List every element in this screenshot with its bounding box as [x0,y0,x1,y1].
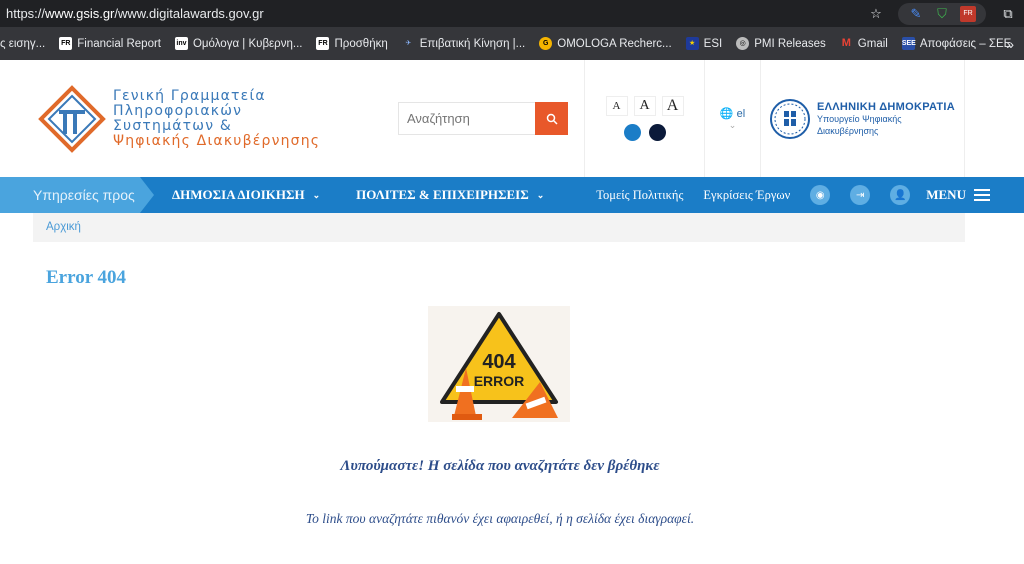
chevron-down-icon: ⌄ [536,189,545,200]
bookmark-label: Gmail [857,37,888,50]
breadcrumb-home-link[interactable]: Αρχική [46,221,81,233]
bookmark-item[interactable]: ★ ESI [685,37,723,50]
bookmark-item[interactable]: ς εισηγ... [0,38,45,50]
bookmark-label: PMI Releases [754,37,826,50]
page-title: Error 404 [46,267,127,288]
globe-favicon-icon: ◎ [736,37,750,50]
site-logo[interactable]: Γενική Γραμματεία Πληροφοριακών Συστημάτ… [33,60,382,177]
logo-text: Γενική Γραμματεία Πληροφοριακών Συστημάτ… [113,87,321,149]
login-icon[interactable]: ⇥ [850,185,871,205]
extension-pen-icon[interactable]: ✎ [908,6,924,22]
bookmark-item[interactable]: FR Προσθήκη [316,37,388,50]
bookmarks-bar: ς εισηγ... FR Financial Report inv Ομόλογα… [0,27,1024,60]
bookmark-item[interactable]: SEE Αποφάσεις – ΣΕΕ [901,37,1012,50]
bookmark-star-icon[interactable]: ☆ [868,6,884,22]
services-label: Υπηρεσίες προς [0,177,154,213]
gmail-favicon-icon: M [841,37,851,49]
browser-address-bar: https://www.gsis.gr/www.digitalawards.go… [0,0,1024,27]
fr-favicon-icon: FR [59,37,73,50]
bookmark-item[interactable]: FR Financial Report [59,37,161,50]
extensions-puzzle-icon[interactable]: ⧉ [1000,6,1016,22]
inv-favicon-icon: inv [174,37,188,50]
search-button[interactable] [535,102,568,135]
menu-button[interactable]: MENU [926,187,990,203]
image-text-error: ERROR [474,373,525,389]
bookmark-item[interactable]: ◎ PMI Releases [736,37,826,50]
eu-favicon-icon: ★ [685,37,699,50]
nav-citizens-business[interactable]: ΠΟΛΙΤΕΣ & ΕΠΙΧΕΙΡΗΣΕΙΣ ⌄ [356,187,544,203]
government-title: ΕΛΛΗΝΙΚΗ ΔΗΜΟΚΡΑΤΙΑ [817,100,955,113]
user-icon[interactable]: 👤 [890,185,911,205]
bookmark-label: Financial Report [77,37,161,50]
ministry-name: Διακυβέρνησης [817,125,879,136]
search-icon [546,113,558,125]
image-text-404: 404 [482,351,516,373]
site-header: Γενική Γραμματεία Πληροφοριακών Συστημάτ… [33,60,965,177]
font-size-medium-button[interactable]: A [633,96,656,116]
contrast-blue-button[interactable] [623,124,641,141]
contrast-dark-button[interactable] [648,124,666,141]
bookmark-label: Αποφάσεις – ΣΕΕ [919,37,1012,50]
font-size-small-button[interactable]: A [605,96,628,116]
extensions-area: ✎ ⛉ FR [898,2,986,25]
bookmark-label: OMOLOGA Recherc... [557,37,672,50]
hamburger-icon [973,189,990,201]
fr-favicon-icon: FR [316,37,330,50]
bookmark-item[interactable]: M Gmail [840,37,888,50]
plane-favicon-icon: ✈ [405,40,412,47]
ministry-name: Υπουργείο Ψηφιακής [817,113,902,124]
g-favicon-icon: G [539,37,553,50]
search-input[interactable] [398,102,535,135]
font-size-large-button[interactable]: A [661,96,684,116]
url-domain: www.gsis.gr [45,6,115,21]
main-nav: Υπηρεσίες προς ΔΗΜΟΣΙΑ ΔΙΟΙΚΗΣΗ ⌄ ΠΟΛΙΤΕΣ… [0,177,1024,213]
bookmark-item[interactable]: ✈ Επιβατική Κίνηση |... [402,37,526,50]
not-found-details: Το link που αναζητάτε πιθανόν έχει αφαιρ… [305,511,695,526]
gsis-logo-icon [38,84,106,153]
bookmark-item[interactable]: inv Ομόλογα | Κυβερνη... [174,37,303,50]
bookmarks-more-button[interactable]: » [1006,36,1014,52]
bookmark-item[interactable]: G OMOLOGA Recherc... [539,37,672,50]
logo-line: Ψηφιακής Διακυβέρνησης [113,132,321,149]
warning-sign-illustration: 404 ERROR [440,312,558,420]
rss-icon[interactable]: ◉ [810,185,831,205]
language-selector[interactable]: 🌐 el ⌄ [705,60,761,177]
search-area [382,60,585,177]
accessibility-controls: A A A [585,60,705,177]
bookmark-label: ς εισηγ... [0,37,46,50]
language-label: el [736,107,746,120]
chevron-down-icon: ⌄ [728,119,737,130]
doc-favicon-icon: SEE [901,37,916,50]
extension-fr-icon[interactable]: FR [960,5,976,22]
url-path: /www.digitalawards.gov.gr [114,6,264,21]
menu-label: MENU [926,187,966,202]
logo-line: Συστημάτων & [113,117,232,134]
nav-public-admin[interactable]: ΔΗΜΟΣΙΑ ΔΙΟΙΚΗΣΗ ⌄ [172,187,320,203]
url-prefix: https:// [6,6,46,21]
greek-emblem-icon [770,98,810,139]
logo-line: Πληροφοριακών [113,102,243,119]
error-404-image: 404 ERROR [428,306,570,422]
bookmark-label: Ομόλογα | Κυβερνη... [192,37,303,50]
bookmark-label: Προσθήκη [334,37,388,50]
breadcrumb: Αρχική [33,213,965,242]
nav-project-approvals[interactable]: Εγκρίσεις Έργων [703,188,790,203]
extension-shield-icon[interactable]: ⛉ [934,6,950,22]
bookmark-label: ESI [703,37,723,50]
globe-icon: 🌐 [719,107,734,120]
nav-policy-areas[interactable]: Τομείς Πολιτικής [596,188,683,203]
nav-item-label: ΔΗΜΟΣΙΑ ΔΙΟΙΚΗΣΗ [172,187,305,202]
bookmark-label: Επιβατική Κίνηση |... [419,37,526,50]
logo-line: Γενική Γραμματεία [113,87,266,104]
ministry-logo[interactable]: ΕΛΛΗΝΙΚΗ ΔΗΜΟΚΡΑΤΙΑ Υπουργείο Ψηφιακής Δ… [761,60,965,177]
not-found-message: Λυπούμαστε! Η σελίδα που αναζητάτε δεν β… [340,458,660,474]
chevron-down-icon: ⌄ [312,189,321,200]
url-field[interactable]: https://www.gsis.gr/www.digitalawards.go… [0,6,868,21]
nav-item-label: ΠΟΛΙΤΕΣ & ΕΠΙΧΕΙΡΗΣΕΙΣ [356,187,529,202]
